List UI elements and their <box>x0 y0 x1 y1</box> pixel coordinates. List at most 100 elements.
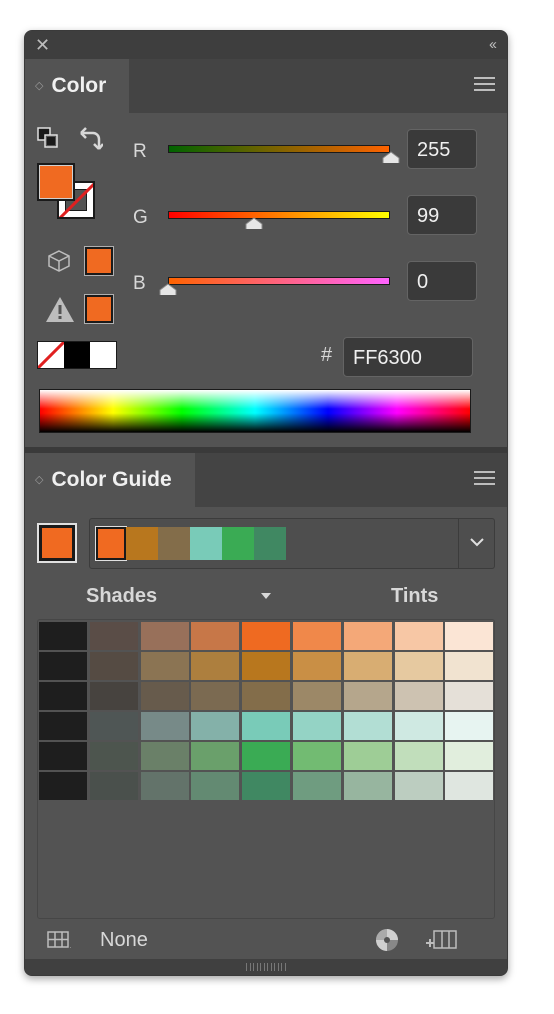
warning-icon[interactable] <box>45 295 75 323</box>
hex-input[interactable]: FF6300 <box>343 337 473 377</box>
variation-swatch[interactable] <box>140 652 189 680</box>
variation-swatch[interactable] <box>445 742 494 770</box>
double-chevron-icon[interactable]: ‹‹ <box>489 36 497 53</box>
variation-swatch[interactable] <box>445 652 494 680</box>
color-spectrum-bar[interactable] <box>39 389 471 433</box>
g-slider-track[interactable] <box>168 211 390 219</box>
b-slider-thumb[interactable] <box>159 283 177 295</box>
variation-swatch[interactable] <box>191 622 240 650</box>
harmony-swatch[interactable] <box>254 527 286 560</box>
r-slider-track[interactable] <box>168 145 390 153</box>
harmony-swatch[interactable] <box>126 527 158 560</box>
variation-swatch[interactable] <box>242 652 291 680</box>
tab-color[interactable]: ◇ Color <box>25 59 129 113</box>
harmony-swatch[interactable] <box>222 527 254 560</box>
variation-swatch[interactable] <box>89 772 138 800</box>
variation-swatch[interactable] <box>343 652 392 680</box>
r-value-input[interactable]: 255 <box>407 129 477 169</box>
none-swatch[interactable] <box>38 342 64 368</box>
black-swatch[interactable] <box>64 342 90 368</box>
variation-swatch[interactable] <box>191 742 240 770</box>
variation-swatch[interactable] <box>191 682 240 710</box>
variation-swatch[interactable] <box>292 652 341 680</box>
variation-swatch[interactable] <box>292 622 341 650</box>
save-colors-to-swatches-icon[interactable] <box>425 929 457 951</box>
variation-swatch[interactable] <box>242 742 291 770</box>
chevron-down-icon[interactable] <box>458 519 494 568</box>
variation-swatch[interactable] <box>242 712 291 740</box>
b-value-input[interactable]: 0 <box>407 261 477 301</box>
variation-swatch[interactable] <box>191 712 240 740</box>
variation-swatch[interactable] <box>343 772 392 800</box>
variation-swatch[interactable] <box>140 682 189 710</box>
web-safe-color-swatch[interactable] <box>85 247 113 275</box>
default-fill-stroke-icon[interactable] <box>37 127 59 149</box>
variation-swatch[interactable] <box>242 622 291 650</box>
variation-dropdown-icon[interactable] <box>261 593 271 599</box>
variation-swatch[interactable] <box>39 682 87 710</box>
variation-swatch[interactable] <box>343 742 392 770</box>
variation-swatch[interactable] <box>89 712 138 740</box>
variation-swatch[interactable] <box>89 742 138 770</box>
variation-swatch[interactable] <box>39 742 87 770</box>
panel-resize-footer[interactable] <box>25 959 507 975</box>
variation-swatch[interactable] <box>394 772 443 800</box>
variation-swatch[interactable] <box>292 712 341 740</box>
variation-swatch[interactable] <box>140 712 189 740</box>
variation-swatch[interactable] <box>343 712 392 740</box>
tab-grip-icon[interactable]: ◇ <box>35 475 43 486</box>
g-label: G <box>133 207 148 228</box>
variation-swatch[interactable] <box>292 772 341 800</box>
variation-swatch[interactable] <box>140 742 189 770</box>
variation-swatch[interactable] <box>292 742 341 770</box>
close-icon[interactable]: ✕ <box>35 36 50 54</box>
r-slider-thumb[interactable] <box>382 151 400 163</box>
harmony-rules-box[interactable] <box>89 518 495 569</box>
variation-swatch[interactable] <box>343 682 392 710</box>
variation-swatch[interactable] <box>140 622 189 650</box>
variation-swatch[interactable] <box>445 682 494 710</box>
harmony-base-swatch[interactable] <box>96 527 126 560</box>
swap-fill-stroke-icon[interactable] <box>79 127 103 151</box>
variation-swatch[interactable] <box>89 652 138 680</box>
hex-prefix: # <box>321 344 333 366</box>
variation-swatch[interactable] <box>445 772 494 800</box>
variation-swatch[interactable] <box>292 682 341 710</box>
g-slider-thumb[interactable] <box>245 217 263 229</box>
variation-swatch[interactable] <box>394 682 443 710</box>
resize-gripper-icon[interactable] <box>246 963 286 971</box>
color-guide-menu-icon[interactable] <box>474 471 495 487</box>
out-of-web-gamut-cube-icon[interactable] <box>47 249 71 273</box>
harmony-swatch[interactable] <box>158 527 190 560</box>
color-panel-menu-icon[interactable] <box>474 77 495 93</box>
white-swatch[interactable] <box>90 342 116 368</box>
variation-swatch[interactable] <box>89 682 138 710</box>
g-value-input[interactable]: 99 <box>407 195 477 235</box>
variation-swatch[interactable] <box>140 772 189 800</box>
variation-swatch[interactable] <box>445 712 494 740</box>
variation-swatch[interactable] <box>242 682 291 710</box>
variation-swatch[interactable] <box>394 622 443 650</box>
variation-swatch[interactable] <box>89 622 138 650</box>
variation-swatch[interactable] <box>39 772 87 800</box>
recolor-artwork-icon[interactable] <box>375 928 399 952</box>
variation-swatch[interactable] <box>394 652 443 680</box>
harmony-swatch[interactable] <box>190 527 222 560</box>
swatch-library-icon[interactable] <box>47 931 71 949</box>
variation-swatch[interactable] <box>394 712 443 740</box>
variation-swatch[interactable] <box>445 622 494 650</box>
variation-swatch[interactable] <box>191 772 240 800</box>
in-gamut-color-swatch[interactable] <box>85 295 113 323</box>
variation-swatch[interactable] <box>39 712 87 740</box>
tab-color-guide[interactable]: ◇ Color Guide <box>25 453 195 507</box>
variation-swatch[interactable] <box>191 652 240 680</box>
set-base-color-swatch[interactable] <box>37 523 77 563</box>
variation-swatch[interactable] <box>242 772 291 800</box>
variation-swatch[interactable] <box>343 622 392 650</box>
b-slider-track[interactable] <box>168 277 390 285</box>
variation-swatch[interactable] <box>394 742 443 770</box>
fill-swatch[interactable] <box>37 163 75 201</box>
tab-grip-icon[interactable]: ◇ <box>35 81 43 92</box>
variation-swatch[interactable] <box>39 652 87 680</box>
variation-swatch[interactable] <box>39 622 87 650</box>
